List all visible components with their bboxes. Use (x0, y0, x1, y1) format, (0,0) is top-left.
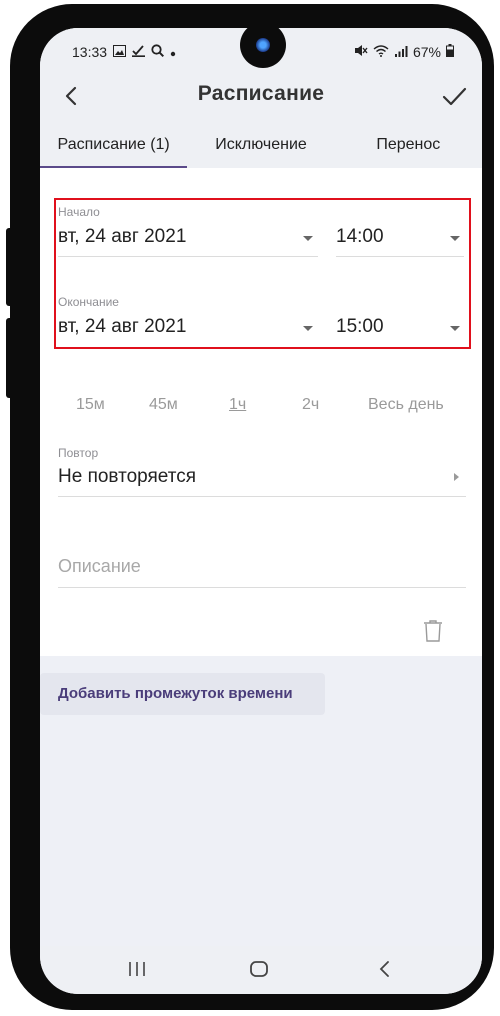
repeat-label: Повтор (58, 446, 99, 460)
phone-frame: 13:33 67% Расписание Расписание (1) Искл… (10, 4, 494, 1010)
tab-schedule[interactable]: Расписание (1) (40, 120, 188, 168)
trash-icon[interactable] (424, 620, 442, 642)
app-bar: Расписание (40, 72, 482, 120)
chevron-right-icon[interactable] (454, 473, 459, 481)
schedule-form: Начало вт, 24 авг 2021 14:00 Окончание в… (40, 168, 482, 656)
description-underline (58, 587, 466, 588)
end-label: Окончание (58, 295, 119, 309)
chevron-down-icon[interactable] (303, 236, 313, 241)
back-nav-icon[interactable] (376, 960, 394, 983)
duration-chips: 15м 45м 1ч 2ч Весь день (40, 396, 482, 420)
chip-45m[interactable]: 45м (149, 396, 178, 414)
status-bar: 13:33 67% (40, 28, 482, 72)
end-time-field[interactable]: 15:00 (336, 316, 384, 338)
front-camera (240, 28, 286, 68)
start-label: Начало (58, 205, 100, 219)
add-interval-button[interactable]: Добавить промежуток времени (40, 673, 325, 715)
start-time-field[interactable]: 14:00 (336, 226, 384, 248)
start-time-underline (336, 256, 464, 257)
chevron-down-icon[interactable] (450, 326, 460, 331)
status-time: 13:33 (72, 44, 108, 60)
start-date-field[interactable]: вт, 24 авг 2021 (58, 226, 186, 248)
check-download-icon (132, 44, 146, 60)
chip-15m[interactable]: 15м (76, 396, 105, 414)
screen: 13:33 67% Расписание Расписание (1) Искл… (40, 28, 482, 994)
wifi-icon (373, 44, 389, 60)
check-icon[interactable] (440, 82, 468, 110)
chip-all-day[interactable]: Весь день (368, 396, 444, 414)
tab-exception[interactable]: Исключение (187, 120, 334, 168)
chip-2h[interactable]: 2ч (302, 396, 319, 414)
mute-icon (354, 44, 368, 60)
signal-icon (394, 44, 408, 60)
intervals-area: Добавить промежуток времени (40, 656, 482, 946)
home-icon[interactable] (250, 960, 268, 983)
dot-icon (170, 44, 176, 60)
description-input[interactable]: Описание (58, 556, 141, 577)
recents-icon[interactable] (128, 960, 146, 983)
repeat-field[interactable]: Не повторяется (58, 466, 196, 488)
status-left: 13:33 (72, 44, 176, 60)
status-right: 67% (354, 44, 454, 60)
system-nav-bar (40, 946, 482, 994)
search-icon (151, 44, 165, 60)
repeat-underline (58, 496, 466, 497)
page-title: Расписание (197, 82, 325, 105)
tab-bar: Расписание (1) Исключение Перенос (40, 120, 482, 168)
chip-1h[interactable]: 1ч (229, 396, 246, 414)
start-date-underline (58, 256, 318, 257)
chevron-down-icon[interactable] (303, 326, 313, 331)
gallery-icon (113, 44, 127, 60)
tab-transfer[interactable]: Перенос (335, 120, 482, 168)
battery-text: 67% (412, 44, 441, 60)
end-date-field[interactable]: вт, 24 авг 2021 (58, 316, 186, 338)
battery-icon (446, 44, 454, 60)
chevron-down-icon[interactable] (450, 236, 460, 241)
